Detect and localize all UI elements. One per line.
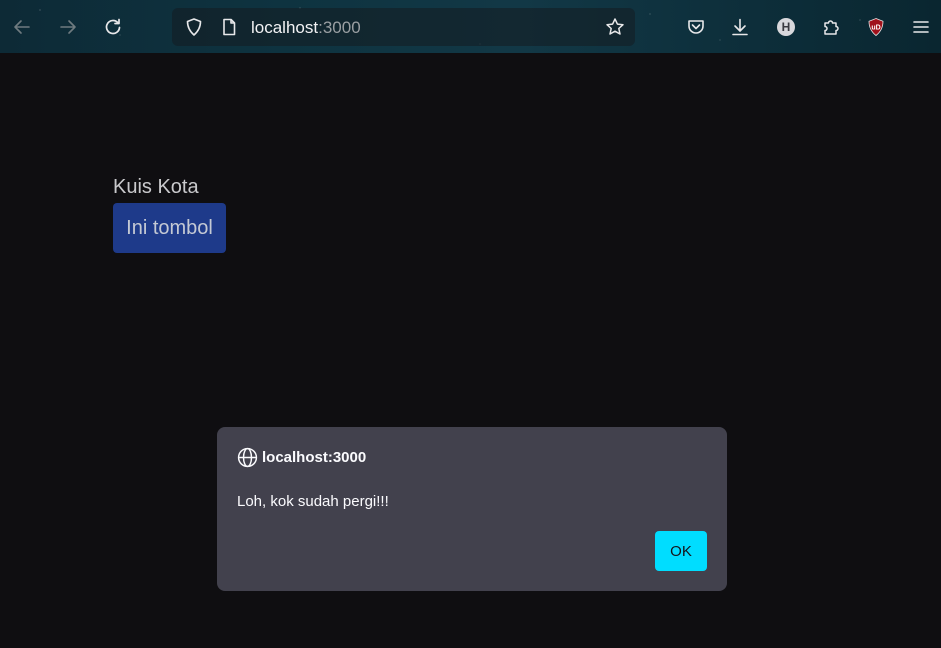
url-host: localhost xyxy=(251,18,319,37)
shield-icon xyxy=(186,18,202,36)
star-icon xyxy=(606,18,624,35)
ok-button[interactable]: OK xyxy=(655,531,707,571)
extensions-button[interactable] xyxy=(817,13,845,41)
reload-icon xyxy=(105,18,121,35)
dialog-message: Loh, kok sudah pergi!!! xyxy=(237,493,389,510)
download-icon xyxy=(732,18,748,36)
dialog-origin: localhost:3000 xyxy=(262,449,367,466)
account-button[interactable]: H xyxy=(772,13,800,41)
arrow-right-icon xyxy=(60,20,76,34)
alert-dialog: localhost:3000 Loh, kok sudah pergi!!! O… xyxy=(217,427,727,591)
puzzle-icon xyxy=(824,20,839,35)
ublock-button[interactable]: uD xyxy=(862,13,890,41)
url-bar[interactable]: localhost:3000 xyxy=(172,8,635,46)
downloads-button[interactable] xyxy=(726,13,754,41)
page-icon xyxy=(223,18,236,36)
ublock-text: uD xyxy=(871,25,880,32)
site-info-button[interactable] xyxy=(215,13,243,41)
back-button[interactable] xyxy=(8,13,36,41)
account-avatar-icon: H xyxy=(777,18,795,36)
hamburger-menu-icon xyxy=(913,21,929,33)
app-menu-button[interactable] xyxy=(907,13,935,41)
tracking-protection-button[interactable] xyxy=(180,13,208,41)
browser-toolbar: localhost:3000 H uD xyxy=(0,0,941,53)
url-port: :3000 xyxy=(318,18,361,37)
bookmark-button[interactable] xyxy=(601,13,629,41)
arrow-left-icon xyxy=(14,20,30,34)
ini-tombol-button[interactable]: Ini tombol xyxy=(113,203,226,253)
pocket-icon xyxy=(688,20,704,34)
globe-icon xyxy=(237,447,258,468)
url-text[interactable]: localhost:3000 xyxy=(251,18,361,38)
account-letter: H xyxy=(782,20,791,34)
ublock-icon: uD xyxy=(868,18,884,37)
reload-button[interactable] xyxy=(99,13,127,41)
pocket-button[interactable] xyxy=(682,13,710,41)
forward-button[interactable] xyxy=(54,13,82,41)
page-title: Kuis Kota xyxy=(113,176,199,198)
